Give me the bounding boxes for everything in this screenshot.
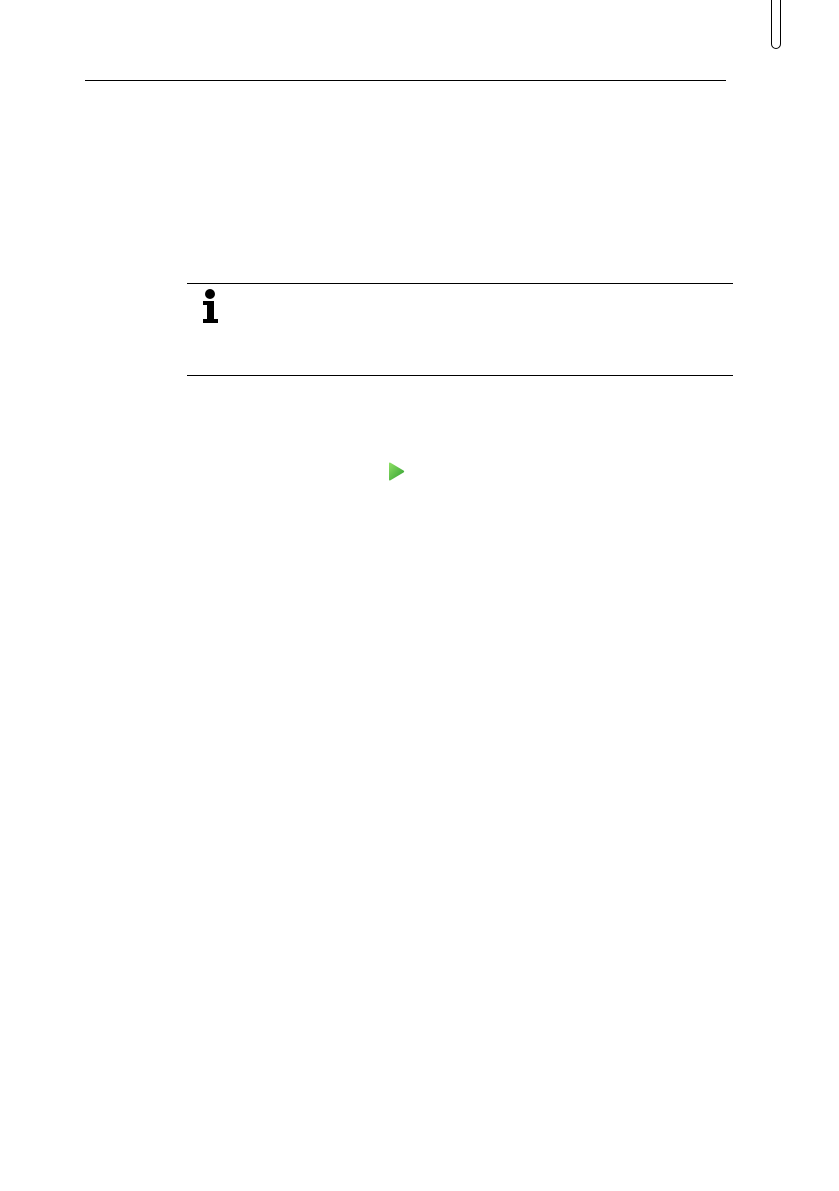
info-icon — [203, 289, 218, 323]
info-note-box — [187, 283, 733, 376]
play-triangle-icon — [389, 462, 405, 481]
thumb-index-tab — [771, 0, 781, 49]
header-rule — [85, 80, 726, 81]
